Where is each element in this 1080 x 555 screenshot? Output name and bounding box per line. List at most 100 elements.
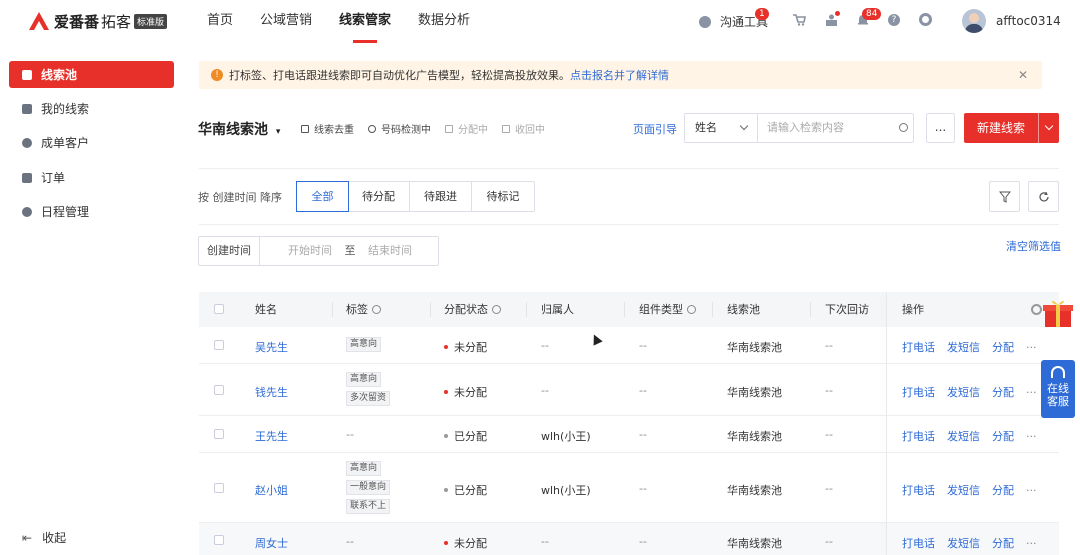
user-avatar[interactable] <box>962 9 986 33</box>
divider <box>199 168 1059 169</box>
help-icon[interactable]: ? <box>888 14 900 26</box>
assign-button[interactable]: 分配 <box>992 341 1014 354</box>
call-button[interactable]: 打电话 <box>902 341 935 354</box>
main-nav: 首页 公域营销 线索管家 数据分析 <box>207 0 497 44</box>
question-icon[interactable] <box>687 305 696 314</box>
lead-name-link[interactable]: 王先生 <box>255 428 288 444</box>
assign-button[interactable]: 分配 <box>992 430 1014 443</box>
dedupe-button[interactable]: 线索去重 <box>301 121 354 136</box>
date-start-input[interactable]: 开始时间 <box>260 237 332 265</box>
sms-button[interactable]: 发短信 <box>947 430 980 443</box>
gift-icon[interactable] <box>1042 297 1074 329</box>
page-guide-link[interactable]: 页面引导 <box>633 121 677 137</box>
more-actions-button[interactable]: ··· <box>1026 430 1037 443</box>
search-field-select[interactable]: 姓名 <box>685 114 758 142</box>
row-checkbox[interactable] <box>214 340 224 350</box>
brand-name: 爱番番 <box>54 12 100 31</box>
more-actions-button[interactable]: ··· <box>1026 341 1037 354</box>
sidebar-item-leads-pool[interactable]: 线索池 <box>9 61 174 88</box>
column-settings-icon[interactable] <box>1031 304 1042 315</box>
more-button[interactable]: ... <box>926 113 955 143</box>
assign-button[interactable]: 分配 <box>992 537 1014 550</box>
call-button[interactable]: 打电话 <box>902 484 935 497</box>
assign-button[interactable]: 分配 <box>992 484 1014 497</box>
pool-title: 华南线索池 <box>198 122 268 138</box>
search-input[interactable]: 请输入检索内容 <box>758 114 913 142</box>
lead-name-link[interactable]: 赵小姐 <box>255 482 288 498</box>
more-actions-button[interactable]: ··· <box>1026 484 1037 497</box>
date-range-filter[interactable]: 创建时间 开始时间 至 结束时间 <box>198 236 439 266</box>
question-icon[interactable] <box>372 305 381 314</box>
row-checkbox[interactable] <box>214 429 224 439</box>
lead-name-link[interactable]: 周女士 <box>255 535 288 551</box>
sms-button[interactable]: 发短信 <box>947 537 980 550</box>
clear-filters-link[interactable]: 清空筛选值 <box>1006 238 1061 254</box>
component-cell: -- <box>639 428 647 441</box>
next-visit-cell: -- <box>825 535 833 548</box>
number-check-status[interactable]: 号码检测中 <box>368 121 431 136</box>
row-checkbox[interactable] <box>214 385 224 395</box>
sms-button[interactable]: 发短信 <box>947 484 980 497</box>
component-cell: -- <box>639 339 647 352</box>
status-text: 已分配 <box>454 484 487 497</box>
sidebar-collapse-button[interactable]: ⇤ 收起 <box>22 529 66 546</box>
sort-text[interactable]: 按 创建时间 降序 <box>198 189 282 205</box>
settings-icon[interactable] <box>919 13 932 26</box>
tag-list: 高意向 一般意向 联系不上 <box>346 461 391 518</box>
filter-icon <box>999 191 1011 203</box>
more-actions-button[interactable]: ··· <box>1026 386 1037 399</box>
tab-to-mark[interactable]: 待标记 <box>472 182 534 211</box>
sms-button[interactable]: 发短信 <box>947 341 980 354</box>
lead-name-link[interactable]: 吴先生 <box>255 339 288 355</box>
nav-public-marketing[interactable]: 公域营销 <box>260 0 312 44</box>
search-icon[interactable] <box>899 123 908 132</box>
sms-button[interactable]: 发短信 <box>947 386 980 399</box>
notice-link[interactable]: 点击报名并了解详情 <box>570 67 669 83</box>
header-tags-label: 标签 <box>346 303 368 316</box>
pool-selector[interactable]: 华南线索池 ▾ <box>198 119 280 139</box>
tag: 一般意向 <box>346 480 391 495</box>
tab-all[interactable]: 全部 <box>296 181 349 212</box>
table-header: 姓名 标签 分配状态 归属人 组件类型 线索池 下次回访 操作 <box>199 292 1059 327</box>
assign-button[interactable]: 分配 <box>992 386 1014 399</box>
lead-name-link[interactable]: 钱先生 <box>255 384 288 400</box>
sidebar-item-customers[interactable]: 成单客户 <box>9 129 174 156</box>
notice-text: 打标签、打电话跟进线索即可自动优化广告模型，轻松提高投放效果。 <box>229 69 570 82</box>
dedupe-icon <box>301 124 309 133</box>
more-actions-button[interactable]: ··· <box>1026 537 1037 550</box>
sidebar-item-schedule[interactable]: 日程管理 <box>9 198 174 225</box>
status-dot <box>444 345 448 349</box>
online-service-button[interactable]: 在线 客服 <box>1041 360 1075 418</box>
filter-button[interactable] <box>989 181 1020 212</box>
table-row: 赵小姐 高意向 一般意向 联系不上 已分配 wlh(小王) -- 华南线索池 -… <box>199 453 1059 523</box>
sidebar-item-orders[interactable]: 订单 <box>9 164 174 191</box>
nav-data-analysis[interactable]: 数据分析 <box>418 0 470 44</box>
tab-to-follow[interactable]: 待跟进 <box>410 182 472 211</box>
new-lead-dropdown[interactable] <box>1038 113 1059 143</box>
tag: 联系不上 <box>346 499 391 514</box>
new-lead-button[interactable]: 新建线索 <box>964 113 1059 143</box>
status-dot <box>444 434 448 438</box>
header-status: 分配状态 <box>444 292 501 327</box>
row-checkbox[interactable] <box>214 483 224 493</box>
select-all-checkbox[interactable] <box>214 304 224 314</box>
component-cell: -- <box>639 482 647 495</box>
sidebar-item-my-leads[interactable]: 我的线索 <box>9 95 174 122</box>
question-icon[interactable] <box>492 305 501 314</box>
cart-icon[interactable] <box>793 14 806 26</box>
service-label-1: 在线 <box>1047 382 1069 395</box>
brand-logo[interactable]: 爱番番 拓客 标准版 <box>27 10 168 32</box>
row-checkbox[interactable] <box>214 535 224 545</box>
nav-home[interactable]: 首页 <box>207 0 233 44</box>
close-icon[interactable]: ✕ <box>1018 68 1028 82</box>
brand-logo-icon <box>29 12 49 30</box>
refresh-button[interactable] <box>1028 181 1059 212</box>
username[interactable]: afftoc0314 <box>996 14 1061 28</box>
call-button[interactable]: 打电话 <box>902 537 935 550</box>
call-button[interactable]: 打电话 <box>902 386 935 399</box>
nav-lead-manager[interactable]: 线索管家 <box>339 0 391 44</box>
call-button[interactable]: 打电话 <box>902 430 935 443</box>
component-cell: -- <box>639 384 647 397</box>
tab-unassigned[interactable]: 待分配 <box>348 182 410 211</box>
date-end-input[interactable]: 结束时间 <box>368 237 412 265</box>
